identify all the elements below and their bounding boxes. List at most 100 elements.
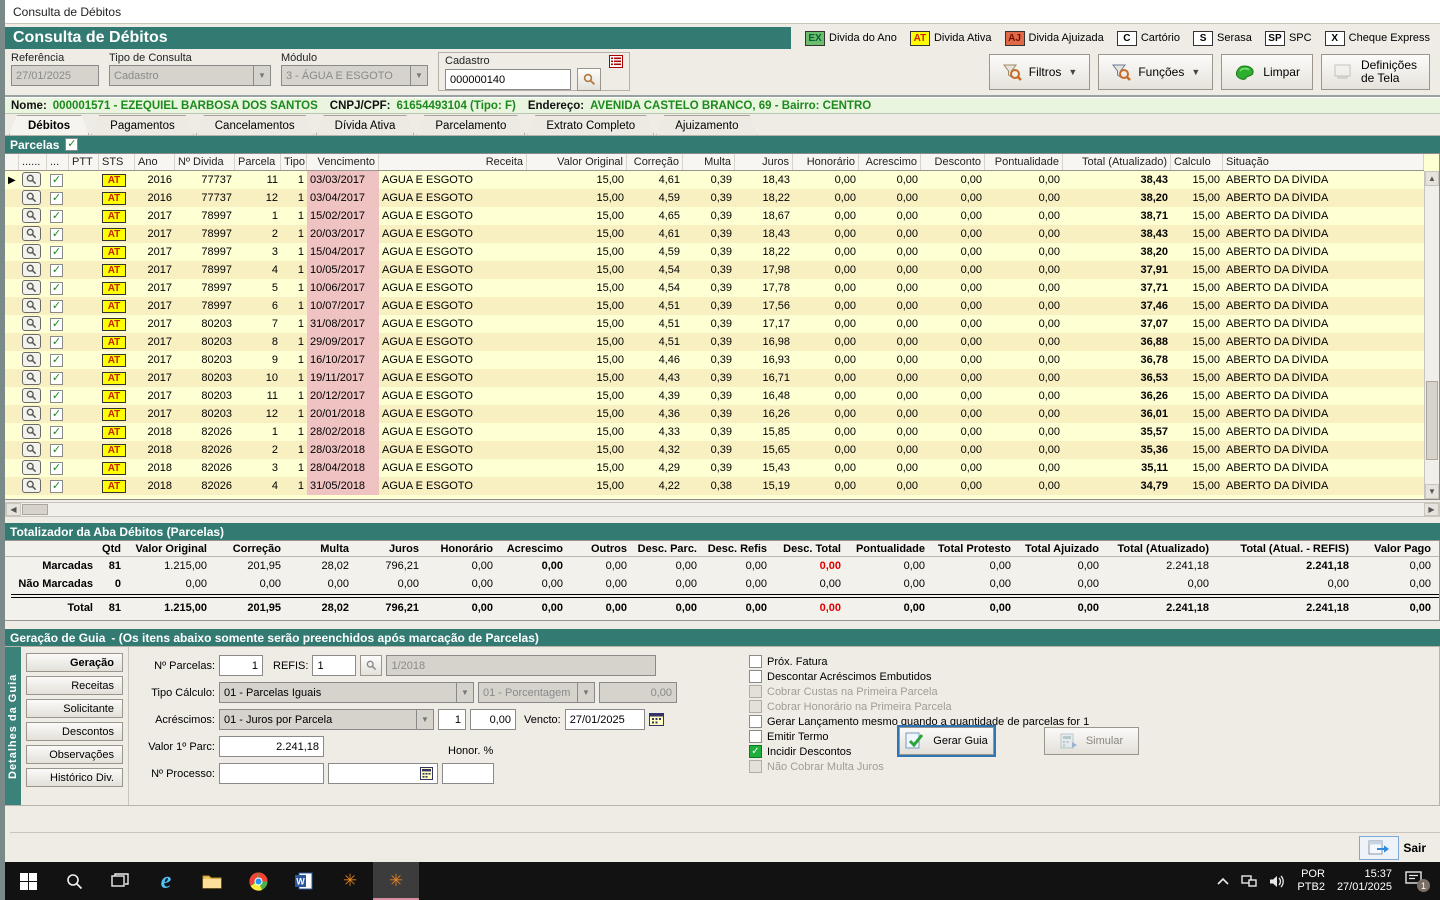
chevron-down-icon[interactable]: ▼ — [457, 682, 474, 703]
grid-header-cell[interactable]: Acrescimo — [859, 154, 921, 170]
grid-header-cell[interactable]: STS — [99, 154, 135, 170]
scroll-up-icon[interactable]: ▲ — [1425, 171, 1439, 186]
cadastro-input[interactable]: 000000140 — [445, 69, 571, 90]
volume-icon[interactable] — [1269, 875, 1285, 888]
option-cobrar-custas-na-primeira-parc[interactable]: Cobrar Custas na Primeira Parcela — [749, 685, 1139, 698]
row-checkbox[interactable]: ✓ — [50, 462, 63, 475]
tab-ajuizamento[interactable]: Ajuizamento — [656, 115, 757, 135]
grid-header-cell[interactable]: Total (Atualizado) — [1063, 154, 1171, 170]
grid-header-cell[interactable]: Situação — [1223, 154, 1424, 170]
sair-button[interactable] — [1359, 836, 1399, 860]
grid-header-cell[interactable]: Pontualidade — [985, 154, 1063, 170]
row-search-button[interactable] — [22, 388, 41, 403]
vencto-input[interactable]: 27/01/2025 — [565, 709, 645, 730]
clock[interactable]: 15:37 27/01/2025 — [1337, 868, 1392, 894]
guia-button-hist-rico-div-[interactable]: Histórico Div. — [26, 768, 123, 787]
row-search-button[interactable] — [22, 244, 41, 259]
row-search-button[interactable] — [22, 334, 41, 349]
guia-button-receitas[interactable]: Receitas — [26, 676, 123, 695]
table-row[interactable]: ✓AT2017802037131/08/2017AGUA E ESGOTO15,… — [5, 315, 1424, 333]
tray-expand-icon[interactable] — [1217, 877, 1229, 885]
row-checkbox[interactable]: ✓ — [50, 372, 63, 385]
grid-header-cell[interactable]: Desconto — [921, 154, 985, 170]
search-cadastro-button[interactable] — [577, 68, 601, 91]
table-row[interactable]: ✓AT20167773712103/04/2017AGUA E ESGOTO15… — [5, 189, 1424, 207]
row-search-button[interactable] — [22, 280, 41, 295]
row-checkbox[interactable]: ✓ — [50, 336, 63, 349]
row-search-button[interactable] — [22, 370, 41, 385]
internet-explorer-icon[interactable]: e — [143, 862, 189, 900]
row-search-button[interactable] — [22, 226, 41, 241]
row-checkbox[interactable]: ✓ — [50, 264, 63, 277]
row-checkbox[interactable]: ✓ — [50, 246, 63, 259]
option-pr-x-fatura[interactable]: Próx. Fatura — [749, 655, 1139, 668]
tab-extrato-completo[interactable]: Extrato Completo — [527, 115, 654, 135]
tab-dívida-ativa[interactable]: Dívida Ativa — [316, 115, 415, 135]
file-explorer-icon[interactable] — [189, 862, 235, 900]
processo-input-2[interactable] — [328, 763, 438, 784]
table-row[interactable]: ✓AT2017789976110/07/2017AGUA E ESGOTO15,… — [5, 297, 1424, 315]
tipo-calculo-select[interactable]: 01 - Parcelas Iguais ▼ — [219, 682, 474, 703]
table-row[interactable]: ✓AT20178020310119/11/2017AGUA E ESGOTO15… — [5, 369, 1424, 387]
row-search-button[interactable] — [22, 262, 41, 277]
grid-header-cell[interactable]: Ano — [135, 154, 175, 170]
grid-header-cell[interactable]: ...... — [19, 154, 47, 170]
checkbox-icon[interactable] — [749, 670, 762, 683]
vertical-scrollbar[interactable]: ▲ ▼ — [1424, 171, 1439, 499]
table-row[interactable]: ✓AT2017802039116/10/2017AGUA E ESGOTO15,… — [5, 351, 1424, 369]
table-row[interactable]: ✓AT2017789972120/03/2017AGUA E ESGOTO15,… — [5, 225, 1424, 243]
notification-center-icon[interactable]: 1 — [1404, 870, 1430, 892]
row-search-button[interactable] — [22, 298, 41, 313]
horizontal-scroll-thumb[interactable] — [22, 504, 48, 515]
word-icon[interactable]: W — [281, 862, 327, 900]
grid-header-cell[interactable]: Calculo — [1171, 154, 1223, 170]
vertical-scroll-thumb[interactable] — [1426, 381, 1438, 460]
grid-header-cell[interactable]: Receita — [379, 154, 527, 170]
grid-header-cell[interactable]: Multa — [683, 154, 735, 170]
table-row[interactable]: ✓AT2017802038129/09/2017AGUA E ESGOTO15,… — [5, 333, 1424, 351]
parcelas-checkbox[interactable]: ✓ — [65, 138, 78, 151]
option-cobrar-honor-rio-na-primeira-p[interactable]: Cobrar Honorário na Primeira Parcela — [749, 700, 1139, 713]
table-row[interactable]: ✓AT2018820262128/03/2018AGUA E ESGOTO15,… — [5, 441, 1424, 459]
row-search-button[interactable] — [22, 478, 41, 493]
row-checkbox[interactable]: ✓ — [50, 444, 63, 457]
grid-header-cell[interactable]: Valor Original — [527, 154, 627, 170]
row-checkbox[interactable]: ✓ — [50, 174, 63, 187]
grid-header-cell[interactable]: PTT — [69, 154, 99, 170]
checkbox-icon[interactable] — [749, 730, 762, 743]
table-row[interactable]: ✓AT2017789974110/05/2017AGUA E ESGOTO15,… — [5, 261, 1424, 279]
row-checkbox[interactable]: ✓ — [50, 300, 63, 313]
row-checkbox[interactable]: ✓ — [50, 480, 63, 493]
row-checkbox[interactable]: ✓ — [50, 282, 63, 295]
acrescimos-select[interactable]: 01 - Juros por Parcela ▼ — [219, 709, 434, 730]
simular-button[interactable]: Simular — [1044, 727, 1139, 755]
row-checkbox[interactable]: ✓ — [50, 426, 63, 439]
grid-header-cell[interactable]: Honorário — [793, 154, 859, 170]
grid-header-cell[interactable]: Correção — [627, 154, 683, 170]
scroll-left-icon[interactable]: ◀ — [6, 503, 21, 516]
filtros-button[interactable]: Filtros▼ — [989, 54, 1091, 90]
guia-button-solicitante[interactable]: Solicitante — [26, 699, 123, 718]
checkbox-checked-icon[interactable]: ✓ — [749, 745, 762, 758]
chrome-icon[interactable] — [235, 862, 281, 900]
horizontal-scrollbar[interactable]: ◀ ▶ — [5, 502, 1440, 517]
row-search-button[interactable] — [22, 208, 41, 223]
task-view-icon[interactable] — [97, 862, 143, 900]
option-n-o-cobrar-multa-juros[interactable]: Não Cobrar Multa Juros — [749, 760, 1139, 773]
table-row[interactable]: ✓AT20178020311120/12/2017AGUA E ESGOTO15… — [5, 387, 1424, 405]
calculator-icon[interactable] — [420, 767, 433, 780]
checkbox-icon[interactable] — [749, 655, 762, 668]
grid-header-cell[interactable]: Juros — [735, 154, 793, 170]
funcoes-button[interactable]: Funções▼ — [1098, 54, 1213, 90]
app-icon-active[interactable]: ✳ — [373, 862, 419, 900]
calendar-icon[interactable] — [649, 712, 664, 727]
table-row[interactable]: ✓AT2017789973115/04/2017AGUA E ESGOTO15,… — [5, 243, 1424, 261]
tab-cancelamentos[interactable]: Cancelamentos — [196, 115, 314, 135]
refis-input[interactable]: 1 — [312, 655, 356, 676]
acrescimos-qtd-input[interactable]: 1 — [438, 709, 466, 730]
grid-header-cell[interactable]: ... — [47, 154, 69, 170]
table-row[interactable]: ✓AT2017789971115/02/2017AGUA E ESGOTO15,… — [5, 207, 1424, 225]
row-checkbox[interactable]: ✓ — [50, 228, 63, 241]
row-search-button[interactable] — [22, 460, 41, 475]
guia-button-gera-o[interactable]: Geração — [26, 653, 123, 672]
